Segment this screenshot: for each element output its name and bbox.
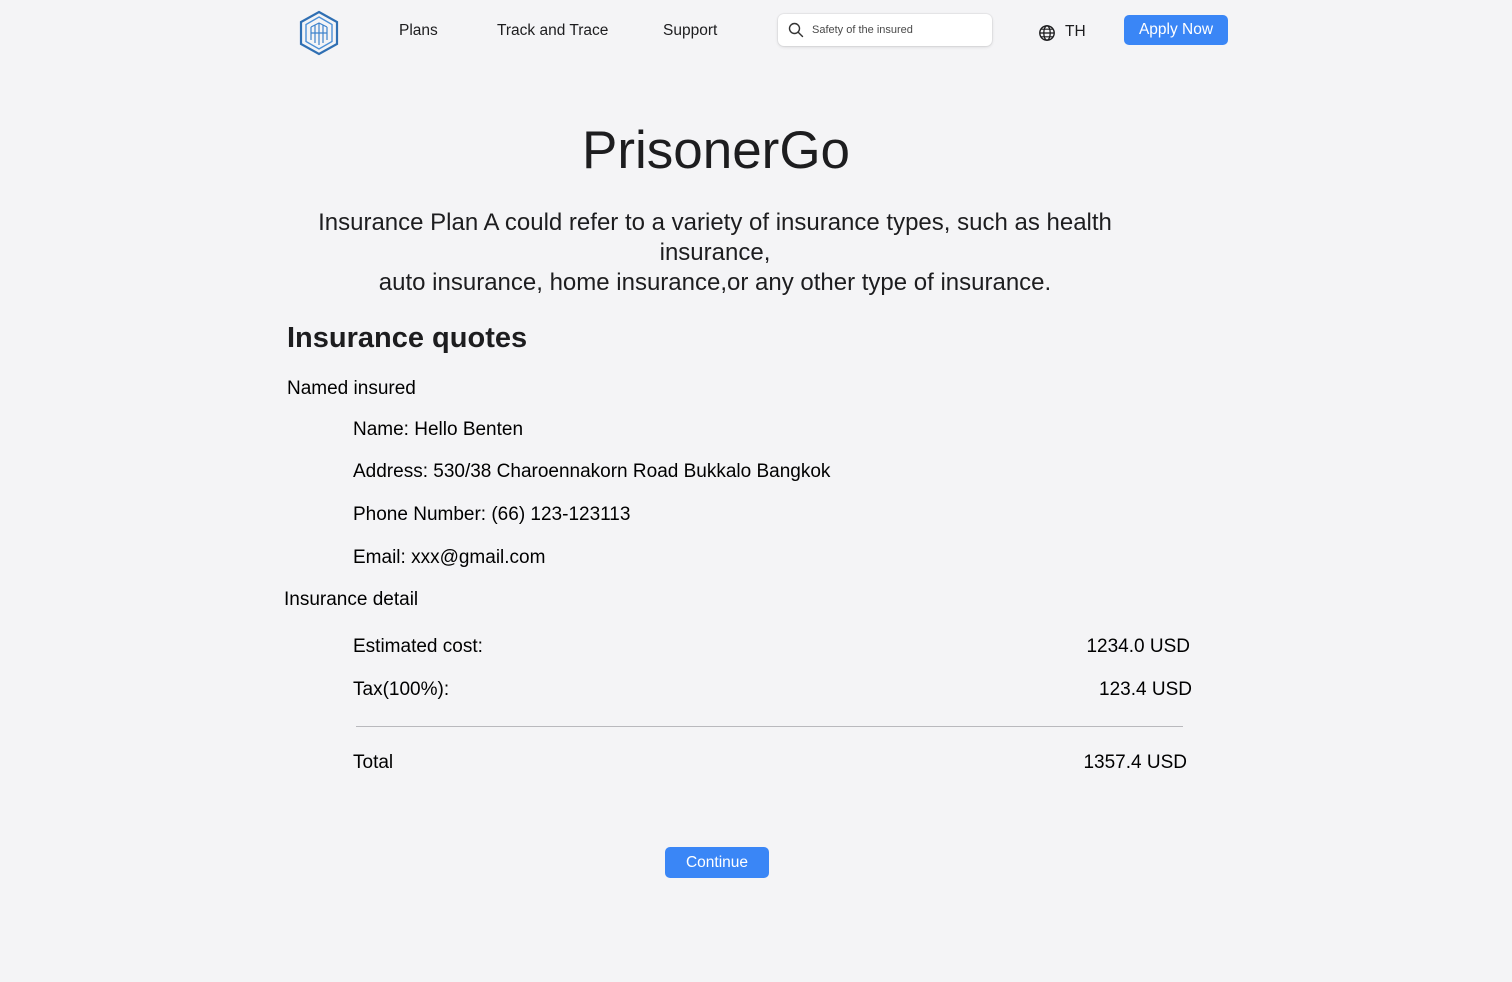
hero-description: Insurance Plan A could refer to a variet… — [276, 208, 1154, 298]
insurance-detail-heading: Insurance detail — [284, 589, 419, 610]
total-value: 1357.4 USD — [1083, 752, 1187, 773]
hexagon-logo-icon[interactable] — [298, 10, 340, 56]
tax-label: Tax(100%): — [353, 679, 450, 700]
estimated-cost-value: 1234.0 USD — [1086, 636, 1190, 657]
divider — [356, 726, 1183, 727]
nav-plans[interactable]: Plans — [399, 20, 438, 42]
hero-description-line-2: auto insurance, home insurance,or any ot… — [378, 269, 1052, 296]
named-insured-heading: Named insured — [287, 378, 416, 399]
search-box — [778, 14, 992, 46]
section-title: Insurance quotes — [287, 322, 528, 354]
apply-now-button[interactable]: Apply Now — [1124, 15, 1228, 45]
nav-track-and-trace[interactable]: Track and Trace — [497, 20, 608, 42]
estimated-cost-label: Estimated cost: — [353, 636, 483, 657]
insured-phone: Phone Number: (66) 123-123113 — [353, 504, 631, 525]
hero-description-line-1: Insurance Plan A could refer to a variet… — [318, 209, 1112, 266]
globe-icon — [1039, 25, 1055, 41]
continue-button[interactable]: Continue — [665, 847, 769, 878]
total-label: Total — [353, 752, 394, 773]
page: Plans Track and Trace Support TH Apply N… — [0, 0, 1512, 982]
search-input[interactable] — [812, 20, 982, 40]
insured-email: Email: xxx@gmail.com — [353, 547, 546, 568]
page-title: PrisonerGo — [581, 121, 851, 180]
nav-support[interactable]: Support — [663, 20, 717, 42]
tax-value: 123.4 USD — [1099, 679, 1192, 700]
search-icon — [788, 22, 804, 38]
insured-name: Name: Hello Benten — [353, 419, 524, 440]
insured-address: Address: 530/38 Charoennakorn Road Bukka… — [353, 461, 831, 482]
language-label: TH — [1065, 23, 1086, 40]
